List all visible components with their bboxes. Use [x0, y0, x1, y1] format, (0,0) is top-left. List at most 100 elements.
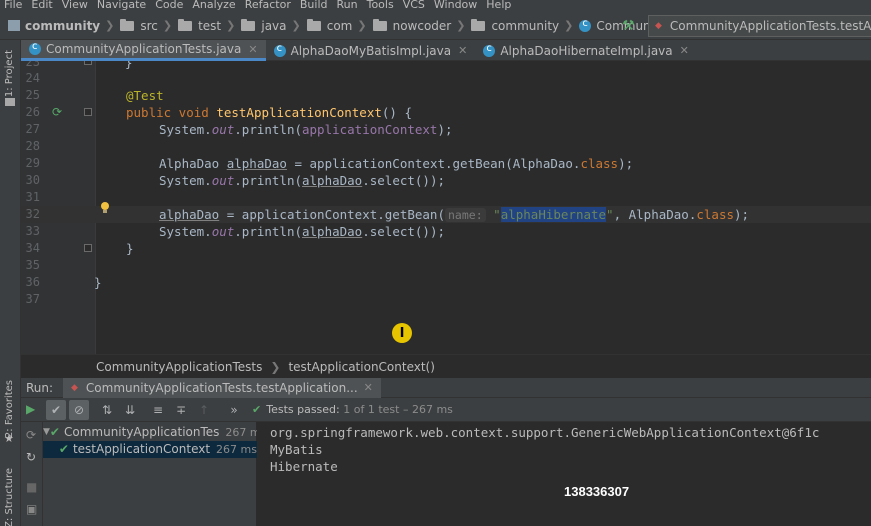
tab-alpha-dao-mybatis-impl[interactable]: AlphaDaoMyBatisImpl.java✕ — [266, 40, 476, 61]
run-label: Run: — [26, 380, 54, 395]
close-icon[interactable]: ✕ — [680, 44, 689, 57]
close-icon[interactable]: ✕ — [364, 381, 373, 394]
chevron-right-icon: ❯ — [162, 19, 173, 32]
text-cursor-icon: I — [392, 323, 412, 343]
folder-icon — [241, 18, 256, 31]
star-icon: ★ — [4, 432, 14, 445]
test-results-tree: ▼ ✔ CommunityApplicationTes 267 ms ✔ testApp… — [43, 422, 266, 526]
editor-tabs: CommunityApplicationTests.java✕ AlphaDao… — [21, 40, 871, 61]
code-line: 28 — [25, 139, 40, 153]
structure-tool-button[interactable]: Z: Structure — [4, 468, 15, 526]
breadcrumb-com[interactable]: com ❯ — [306, 18, 373, 33]
breadcrumb-nowcoder[interactable]: nowcoder ❯ — [372, 18, 472, 33]
folder-icon — [178, 18, 193, 31]
code-line: 36} — [25, 275, 102, 290]
menu-view[interactable]: View — [58, 0, 93, 11]
console-line: org.springframework.web.context.support.… — [270, 425, 820, 440]
test-tree-node-selected[interactable]: ✔ testApplicationContext 267 ms — [43, 441, 257, 458]
menu-analyze[interactable]: Analyze — [188, 0, 240, 11]
watermark-number: 138336307 — [564, 484, 630, 499]
collapse-all-icon[interactable]: ∓ — [171, 400, 191, 420]
check-icon: ✔ — [252, 403, 262, 416]
console-line: Hibernate — [270, 459, 338, 474]
code-line: 25 @Test — [25, 88, 164, 103]
tab-community-application-tests[interactable]: CommunityApplicationTests.java✕ — [21, 40, 266, 61]
class-icon — [579, 18, 592, 32]
camera-icon[interactable]: ▣ — [26, 502, 37, 516]
editor-breadcrumb: CommunityApplicationTests ❯ testApplicat… — [21, 354, 871, 378]
favorites-tool-button[interactable]: 2: Favorites — [4, 380, 15, 438]
chevron-right-icon: ❯ — [357, 19, 367, 32]
breadcrumb-src[interactable]: src ❯ — [120, 18, 178, 33]
sort-by-duration-icon[interactable]: ⇊ — [120, 400, 140, 420]
parameter-hint: name: — [445, 208, 486, 222]
code-line: 26 public void testApplicationContext() { — [25, 105, 412, 120]
menu-edit[interactable]: Edit — [27, 0, 57, 11]
fold-marker-icon[interactable] — [84, 244, 92, 252]
folder-icon — [5, 98, 15, 106]
run-test-gutter-icon[interactable]: ⟳ — [52, 105, 62, 119]
menu-run[interactable]: Run — [333, 0, 363, 11]
build-hammer-icon[interactable]: ⚒ — [622, 18, 635, 34]
menu-window[interactable]: Window — [430, 0, 482, 11]
class-icon — [273, 43, 286, 57]
code-line: 31 — [25, 190, 40, 204]
folder-icon — [120, 18, 135, 31]
show-passed-icon[interactable]: ✔ — [46, 399, 66, 420]
breadcrumb-project[interactable]: community ❯ — [8, 19, 120, 33]
menu-tools[interactable]: Tools — [363, 0, 399, 11]
menu-code[interactable]: Code — [151, 0, 188, 11]
close-icon[interactable]: ✕ — [458, 44, 467, 57]
run-panel-tabs: Run: ◆ CommunityApplicationTests.testAppl… — [21, 377, 871, 398]
show-ignored-icon[interactable]: ⊘ — [69, 399, 89, 420]
previous-test-icon[interactable]: ↑ — [194, 400, 214, 420]
chevron-right-icon: ❯ — [291, 19, 301, 32]
code-line: 37 — [25, 292, 40, 306]
class-icon — [29, 41, 41, 55]
left-tool-strip: 1: Project 2: Favorites ★ Z: Structure — [0, 40, 21, 526]
tab-alpha-dao-hibernate-impl[interactable]: AlphaDaoHibernateImpl.java✕ — [475, 40, 697, 61]
chevron-down-icon[interactable]: ▼ — [43, 424, 50, 441]
run-tab[interactable]: ◆ CommunityApplicationTests.testApplicati… — [63, 377, 381, 398]
toggle-auto-test-icon[interactable]: ↻ — [26, 450, 36, 464]
console-output[interactable]: org.springframework.web.context.support.… — [257, 422, 871, 526]
chevron-right-icon: ❯ — [105, 19, 115, 32]
breadcrumb-java[interactable]: java ❯ — [241, 18, 306, 33]
run-side-toolbar: ▶ ⟳ ↻ ■ ▣ — [21, 402, 43, 526]
console-line: MyBatis — [270, 442, 323, 457]
chevron-right-icon: ❯ — [226, 19, 236, 32]
junit-icon: ◆ — [71, 382, 78, 393]
sort-alphabetically-icon[interactable]: ⇅ — [97, 400, 117, 420]
code-line: 35 — [25, 258, 40, 272]
stop-icon[interactable]: ■ — [26, 480, 37, 494]
editor-breadcrumb-method[interactable]: testApplicationContext() — [288, 360, 434, 374]
chevron-right-icon: ❯ — [564, 19, 574, 32]
menu-file[interactable]: File — [0, 0, 27, 11]
code-editor[interactable]: 23} 24 25 @Test 26 public void testApplica… — [21, 61, 871, 354]
menu-help[interactable]: Help — [482, 0, 516, 11]
project-icon — [8, 20, 20, 31]
project-tool-button[interactable]: 1: Project — [4, 50, 15, 97]
rerun-failed-icon[interactable]: ⟳ — [26, 428, 36, 442]
run-configuration-select[interactable]: ◆CommunityApplicationTests.testApplicati… — [648, 15, 871, 37]
check-icon: ✔ — [49, 425, 60, 439]
breadcrumb-test[interactable]: test ❯ — [178, 18, 241, 33]
run-toolbar: ✔ ⊘ ⇅ ⇊ ≡ ∓ ↑ » ✔ Tests passed: 1 of 1 te… — [21, 398, 871, 422]
menu-refactor[interactable]: Refactor — [241, 0, 296, 11]
editor-breadcrumb-class[interactable]: CommunityApplicationTests — [96, 360, 262, 374]
code-line: 30 System.out.println(alphaDao.select()); — [25, 173, 446, 188]
test-tree-node[interactable]: ▼ ✔ CommunityApplicationTes 267 ms — [43, 424, 266, 441]
fold-marker-icon[interactable] — [84, 61, 92, 65]
fold-marker-icon[interactable] — [84, 108, 92, 116]
menu-bar: File Edit View Navigate Code Analyze Ref… — [0, 0, 871, 12]
menu-build[interactable]: Build — [296, 0, 333, 11]
rerun-icon[interactable]: ▶ — [26, 402, 35, 416]
menu-navigate[interactable]: Navigate — [93, 0, 151, 11]
close-icon[interactable]: ✕ — [248, 43, 257, 56]
expand-all-icon[interactable]: ≡ — [148, 400, 168, 420]
lightbulb-icon[interactable] — [100, 202, 110, 214]
folder-icon — [372, 18, 387, 31]
menu-vcs[interactable]: VCS — [399, 0, 430, 11]
breadcrumb-community[interactable]: community ❯ — [471, 18, 579, 33]
more-icon[interactable]: » — [224, 400, 244, 420]
